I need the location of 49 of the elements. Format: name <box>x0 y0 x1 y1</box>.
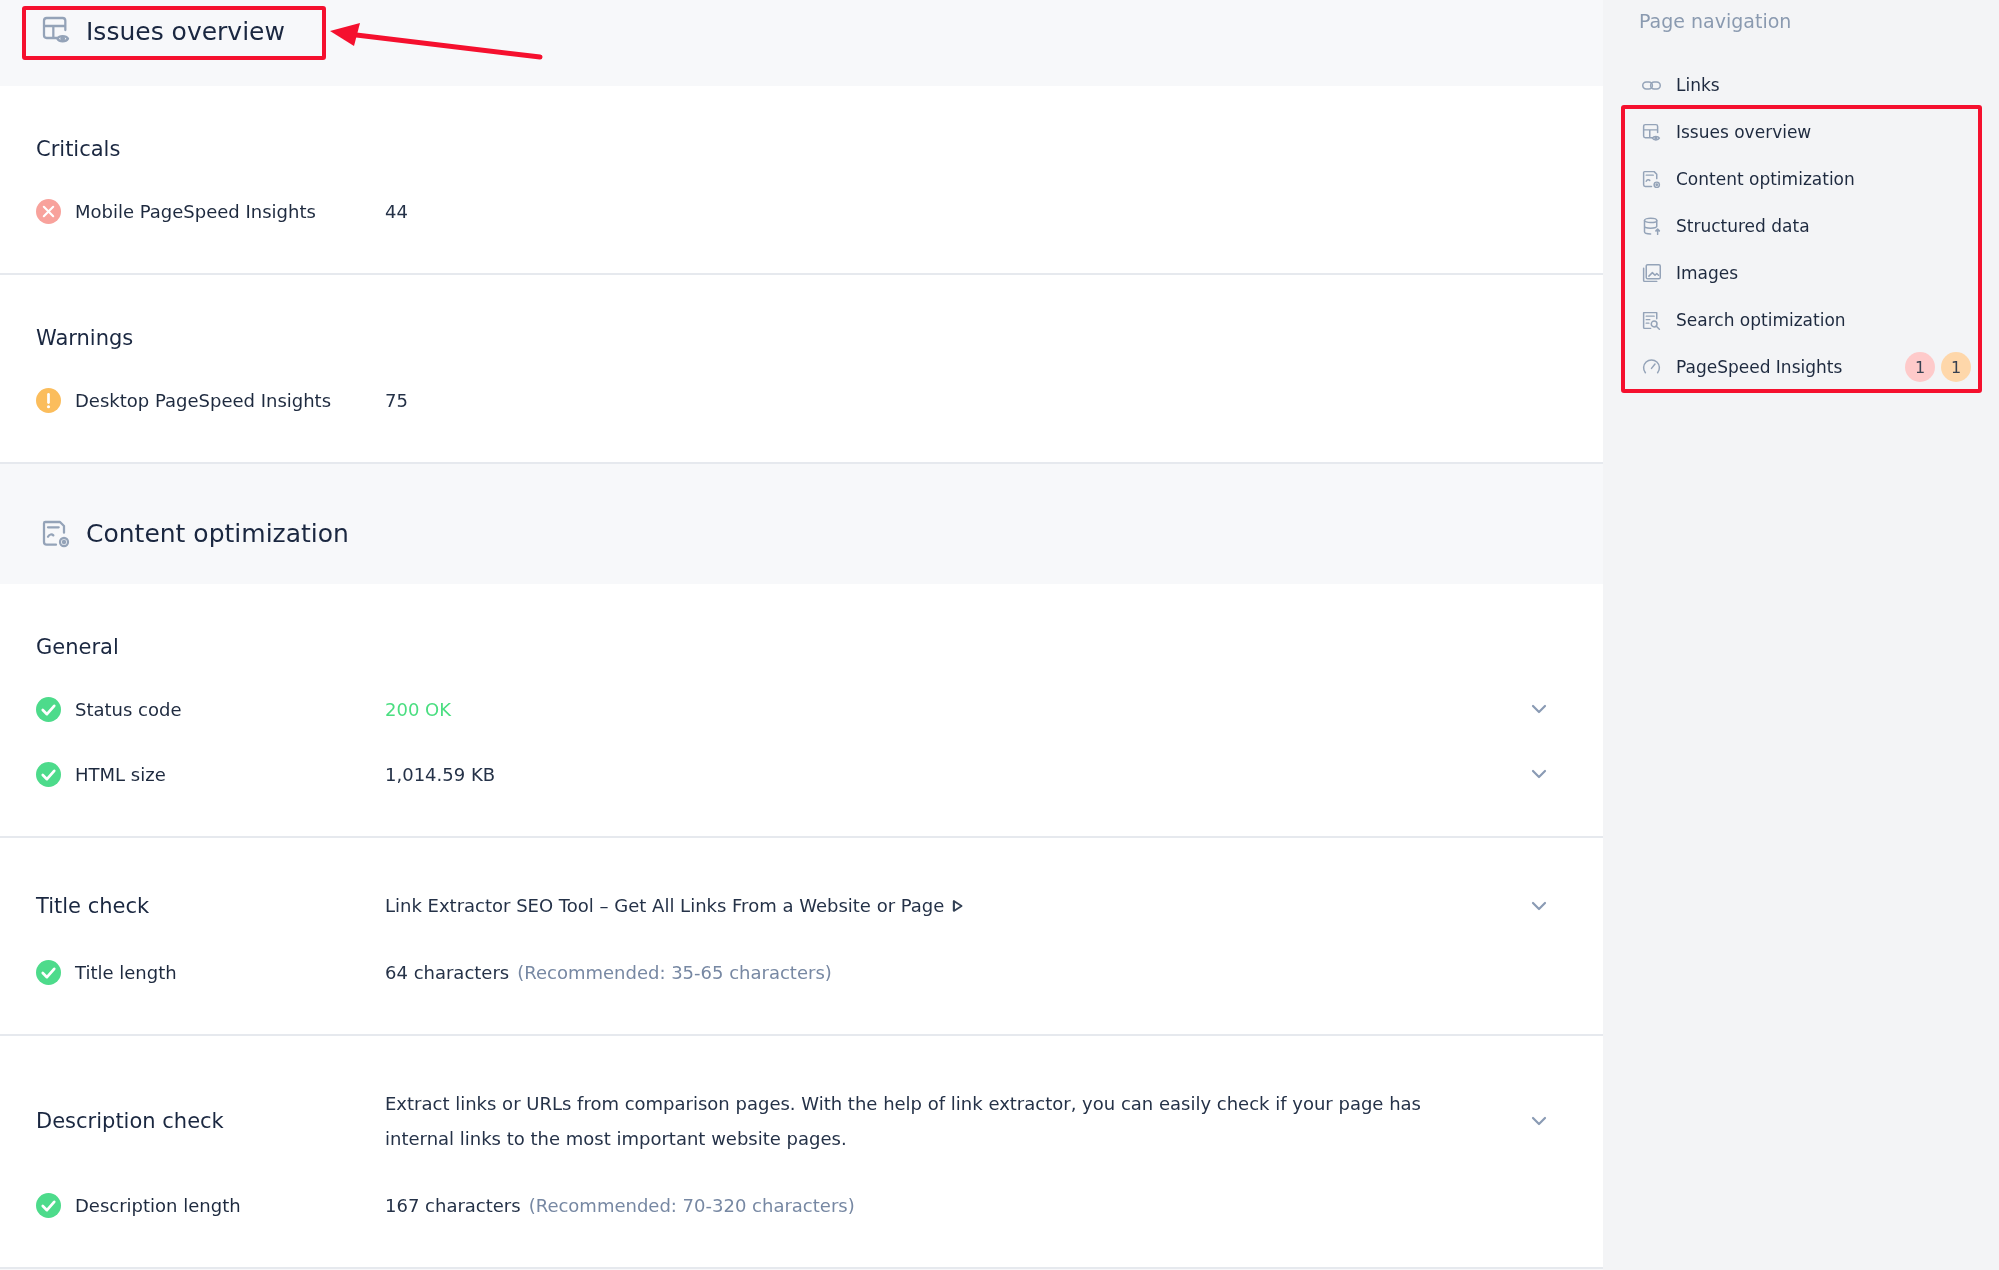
check-label: Desktop PageSpeed Insights <box>75 389 332 411</box>
chevron-down-icon[interactable] <box>1531 1116 1547 1126</box>
nav-item[interactable]: Structured data <box>1639 211 1999 241</box>
check-icon <box>36 761 61 787</box>
chevron-down-icon[interactable] <box>1531 769 1547 779</box>
chevron-down-icon[interactable] <box>1531 704 1547 714</box>
group-title: Description check <box>36 1109 225 1133</box>
recommendation-text: (Recommended: 35-65 characters) <box>517 961 832 983</box>
warning-icon <box>36 387 61 413</box>
nav-item[interactable]: Images <box>1639 258 1999 288</box>
section-title: Content optimization <box>86 518 349 550</box>
nav-item[interactable]: Links <box>1639 70 1999 100</box>
database-icon <box>1641 215 1662 237</box>
nav-item[interactable]: Issues overview <box>1639 117 1999 147</box>
value-text: 1,014.59 KB <box>385 763 496 785</box>
error-icon <box>36 198 61 224</box>
count-badge: 1 <box>1905 352 1935 382</box>
section-title: Issues overview <box>86 16 285 48</box>
table-eye-icon <box>1641 121 1662 143</box>
document-gear-icon <box>40 518 72 550</box>
check-label: Status code <box>75 698 182 720</box>
value-text: 167 characters <box>385 1194 521 1216</box>
check-label: HTML size <box>75 763 166 785</box>
nav-item[interactable]: Content optimization <box>1639 164 1999 194</box>
group-title: Title check <box>36 893 151 918</box>
value-text: 200 OK <box>385 698 452 720</box>
group-title: Warnings <box>36 326 135 350</box>
image-icon <box>1641 262 1662 284</box>
value-text: 64 characters <box>385 961 510 983</box>
group-title: Criticals <box>36 137 122 161</box>
value-text: Extract links or URLs from comparison pages. With the help of link extractor, you can easily check if your page has internal links to the most important website pages. <box>385 1092 1422 1151</box>
check-icon <box>36 959 61 985</box>
recommendation-text: (Recommended: 70-320 characters) <box>528 1194 855 1216</box>
group-title: General <box>36 635 120 659</box>
check-icon <box>36 696 61 722</box>
navigation-title: Page navigation <box>1639 9 1793 34</box>
check-label: Description length <box>75 1194 241 1216</box>
nav-item[interactable]: PageSpeed Insights 1 1 <box>1639 352 1999 382</box>
chevron-down-icon[interactable] <box>1531 900 1547 911</box>
document-gear-icon <box>1641 168 1662 190</box>
document-search-icon <box>1641 309 1662 331</box>
value-text: Link Extractor SEO Tool – Get All Links From a Website or Page <box>385 894 945 918</box>
value-text: 75 <box>385 389 408 411</box>
check-label: Title length <box>75 961 177 983</box>
check-icon <box>36 1192 61 1218</box>
nav-item[interactable]: Search optimization <box>1639 305 1999 335</box>
value-text: 44 <box>385 200 408 222</box>
check-label: Mobile PageSpeed Insights <box>75 200 316 222</box>
count-badge: 1 <box>1941 352 1971 382</box>
